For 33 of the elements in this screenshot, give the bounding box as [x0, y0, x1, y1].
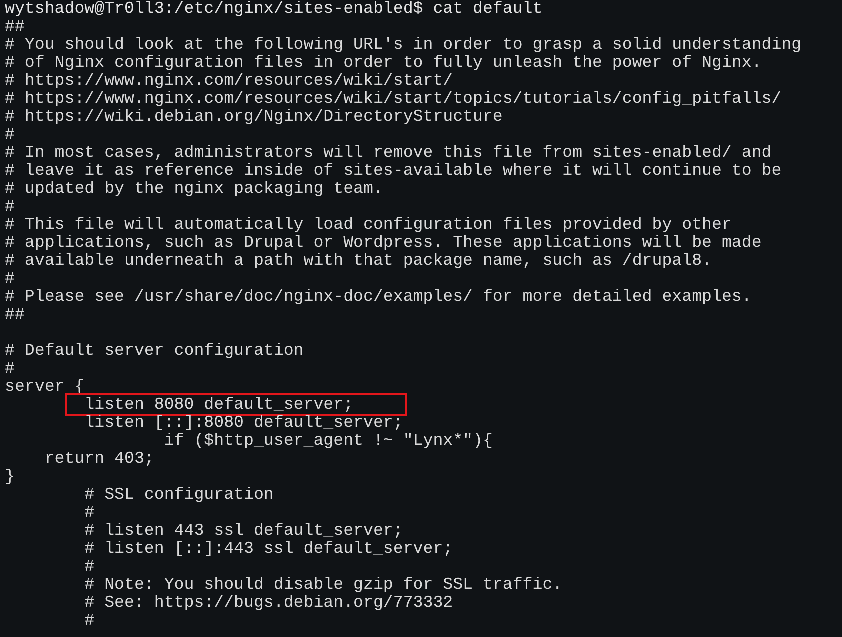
terminal-line: ##: [5, 17, 25, 36]
terminal-line: # This file will automatically load configuration files provided by other: [5, 215, 732, 234]
shell-prompt: wytshadow@Tr0ll3:/etc/nginx/sites-enabled$ cat default: [5, 0, 543, 18]
terminal-line: if ($http_user_agent !~ "Lynx*"){: [163, 431, 493, 450]
terminal-line: # https://www.nginx.com/resources/wiki/start/topics/tutorials/config_pitfalls/: [5, 89, 782, 108]
terminal-line: # updated by the nginx packaging team.: [5, 179, 384, 198]
terminal-line: listen 8080 default_server;: [84, 395, 354, 414]
terminal-line: # See: https://bugs.debian.org/773332: [84, 593, 454, 612]
terminal-line: # available underneath a path with that package name, such as /drupal8.: [5, 251, 712, 270]
terminal-line: # leave it as reference inside of sites-available where it will continue to be: [5, 161, 782, 180]
terminal-line: # In most cases, administrators will remove this file from sites-enabled/ and: [5, 143, 772, 162]
terminal-line: return 403;: [44, 449, 154, 468]
terminal-line: #: [5, 269, 15, 288]
terminal-line: #: [5, 125, 15, 144]
terminal-line: # https://www.nginx.com/resources/wiki/start/: [5, 71, 454, 90]
terminal-line: #: [84, 503, 95, 522]
terminal-line: # SSL configuration: [84, 485, 274, 504]
terminal-line: # Default server configuration: [5, 341, 304, 360]
terminal-line: #: [84, 557, 95, 576]
terminal-line: # applications, such as Drupal or Wordpress. These applications will be made: [5, 233, 762, 252]
terminal-line: # You should look at the following URL's in order to grasp a solid understanding: [5, 35, 802, 54]
terminal-line: }: [5, 467, 15, 486]
terminal-line: ##: [5, 305, 25, 324]
terminal-line: # listen 443 ssl default_server;: [84, 521, 404, 540]
terminal-line: listen [::]:8080 default_server;: [84, 413, 404, 432]
terminal-line: #: [5, 359, 15, 378]
terminal-line: # of Nginx configuration files in order to fully unleash the power of Nginx.: [5, 53, 762, 72]
terminal-line: # https://wiki.debian.org/Nginx/DirectoryStructure: [5, 107, 503, 126]
terminal-line: #: [84, 611, 95, 630]
terminal-line: # listen [::]:443 ssl default_server;: [84, 539, 454, 558]
terminal-line: #: [5, 197, 15, 216]
terminal-line: # Please see /usr/share/doc/nginx-doc/examples/ for more detailed examples.: [5, 287, 752, 306]
terminal-line: # Note: You should disable gzip for SSL traffic.: [84, 575, 563, 594]
